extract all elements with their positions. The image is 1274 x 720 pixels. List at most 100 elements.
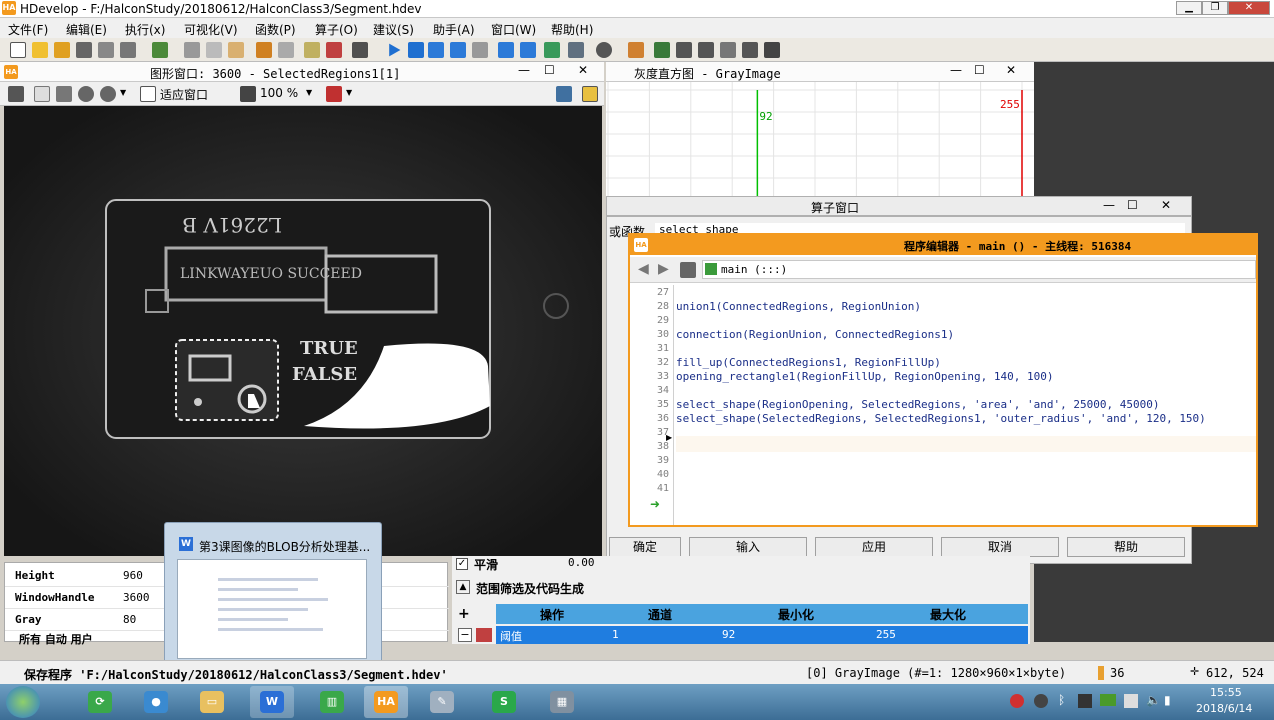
reset-program-icon[interactable] [520,42,536,58]
new-file-icon[interactable] [10,42,26,58]
taskbar-app-video[interactable]: ● [134,686,178,718]
timer-icon[interactable] [596,42,612,58]
op-maximize-button[interactable]: ☐ [1127,198,1138,212]
activate-icon[interactable] [568,42,584,58]
zoom-level-icon[interactable] [240,86,256,102]
code-line[interactable]: fill_up(ConnectedRegions1, RegionFillUp) [676,356,941,369]
camera-icon[interactable] [352,42,368,58]
cancel-button[interactable]: 取消 [941,537,1059,557]
taskbar-app-360[interactable]: ⟳ [78,686,122,718]
menu-procedures[interactable]: 函数(P) [255,21,296,38]
op-minimize-button[interactable]: — [1103,198,1115,212]
fit-window-label[interactable]: 适应窗口 [160,86,208,103]
op-close-button[interactable]: ✕ [1161,198,1171,212]
volume-icon[interactable]: 🔈 [1146,693,1161,707]
smooth-checkbox[interactable]: ✓ [456,558,468,570]
taskbar-app-explorer[interactable]: ▭ [190,686,234,718]
chevron-down-icon[interactable]: ▼ [120,88,126,97]
menu-suggestions[interactable]: 建议(S) [373,21,414,38]
code-line[interactable]: union1(ConnectedRegions, RegionUnion) [676,300,921,313]
back-arrow-icon[interactable]: ◀ [638,261,649,277]
table-row[interactable]: 阈值 1 92 255 [496,626,1028,644]
redo-icon[interactable] [278,42,294,58]
undo-icon[interactable] [256,42,272,58]
enter-button[interactable]: 输入 [689,537,807,557]
minimize-button[interactable]: ▁ [1176,1,1202,15]
variable-tabs[interactable]: 所有 自动 用户 [19,631,93,647]
pen-icon[interactable] [8,86,24,102]
procedure-selector[interactable]: main (:::) [702,260,1256,279]
restore-button[interactable]: ❐ [1202,1,1228,15]
zoom-icon[interactable] [100,86,116,102]
feature-histogram-icon[interactable] [698,42,714,58]
taskbar-app-calculator[interactable]: ▦ [540,686,584,718]
remove-row-button[interactable]: − [458,628,472,642]
save-as-icon[interactable] [98,42,114,58]
taskbar-app-halcon[interactable]: HA [364,686,408,718]
apply-button[interactable]: 应用 [815,537,933,557]
start-button[interactable] [6,686,40,718]
settings-icon[interactable] [582,86,598,102]
menu-help[interactable]: 帮助(H) [551,21,593,38]
tray-app-icon[interactable] [1034,694,1048,708]
cut-icon[interactable] [184,42,200,58]
cell-max[interactable]: 255 [876,628,896,641]
line-profile-icon[interactable] [676,42,692,58]
fit-window-icon[interactable] [140,86,156,102]
clock-date[interactable]: 2018/6/14 [1196,702,1252,715]
tray-media-icon[interactable] [1078,694,1092,708]
graphics-canvas[interactable]: L2261V B LINKWAYEUO SUCCEED TRUE FALSE [4,106,602,556]
ok-button[interactable]: 确定 [609,537,681,557]
stop-icon[interactable] [472,42,488,58]
step-out-icon[interactable] [498,42,514,58]
help-button[interactable]: 帮助 [1067,537,1185,557]
pointer-icon[interactable] [34,86,50,102]
step-over-icon[interactable] [428,42,444,58]
reset-all-icon[interactable] [544,42,560,58]
hide-icon[interactable] [556,86,572,102]
menu-execute[interactable]: 执行(x) [125,21,165,38]
clipboard-icon[interactable] [680,262,696,278]
feature-inspection-icon[interactable] [742,42,758,58]
cell-min[interactable]: 92 [722,628,735,641]
find-icon[interactable] [304,42,320,58]
menu-visualize[interactable]: 可视化(V) [184,21,238,38]
tray-nvidia-icon[interactable] [1100,694,1116,706]
hist-minimize-button[interactable]: — [950,63,962,77]
ocr-icon[interactable] [764,42,780,58]
menu-operators[interactable]: 算子(O) [315,21,358,38]
taskbar-app-paint[interactable]: ✎ [420,686,464,718]
zoom-dropdown-icon[interactable]: ▼ [306,88,312,97]
add-row-button[interactable]: + [458,606,470,622]
histogram-plot[interactable]: 92 255 [606,82,1034,201]
taskbar-app-wps-sheet[interactable]: S [482,686,526,718]
menu-assistants[interactable]: 助手(A) [433,21,475,38]
code-line[interactable]: select_shape(SelectedRegions, SelectedRe… [676,412,1206,425]
print-icon[interactable] [120,42,136,58]
smooth-value[interactable]: 0.00 [568,556,595,569]
network-icon[interactable] [1124,694,1138,708]
color-dropdown-icon[interactable]: ▼ [346,88,352,97]
color-brush-icon[interactable] [326,86,342,102]
run-icon[interactable] [389,43,401,57]
step-into-icon[interactable] [450,42,466,58]
gray-histogram-icon[interactable] [654,42,670,58]
taskbar-app-notes[interactable]: ▥ [310,686,354,718]
tray-security-icon[interactable] [1010,694,1024,708]
hand-icon[interactable] [56,86,72,102]
menu-edit[interactable]: 编辑(E) [66,21,107,38]
open-graphics-window-icon[interactable] [628,42,644,58]
code-line[interactable]: connection(RegionUnion, ConnectedRegions… [676,328,954,341]
hist-close-button[interactable]: ✕ [1006,63,1016,77]
zoom-level[interactable]: 100 % [260,86,298,100]
bluetooth-icon[interactable]: ᛒ [1058,693,1065,707]
properties-icon[interactable] [152,42,168,58]
taskbar-thumbnail[interactable]: W 第3课图像的BLOB分析处理基... [164,522,382,674]
power-icon[interactable]: ▮ [1164,693,1171,707]
zoom-window-icon[interactable] [720,42,736,58]
hist-maximize-button[interactable]: ☐ [974,63,985,77]
forward-arrow-icon[interactable]: ▶ [658,261,669,277]
close-button[interactable]: ✕ [1228,1,1270,15]
collapse-icon[interactable]: ▲ [456,580,470,594]
magnifier-icon[interactable] [78,86,94,102]
